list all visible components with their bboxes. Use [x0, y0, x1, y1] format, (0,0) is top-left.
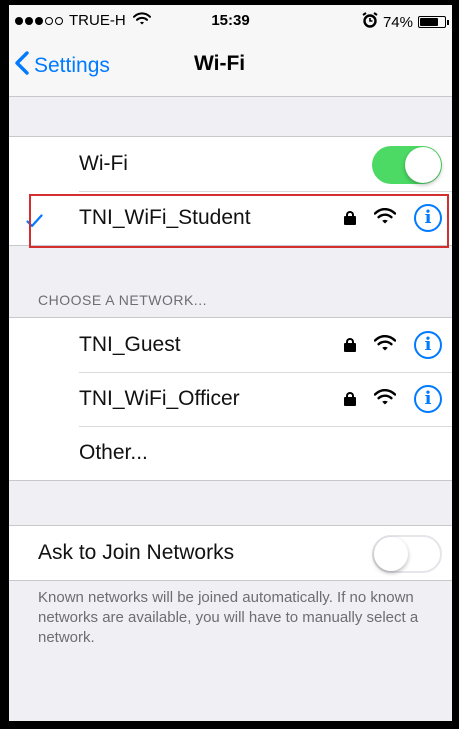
ask-to-join-toggle[interactable]	[372, 535, 442, 573]
status-bar: TRUE-H 15:39 74%	[9, 5, 452, 35]
other-network-row[interactable]: Other...	[9, 426, 452, 480]
lock-icon	[344, 338, 356, 352]
network-row[interactable]: TNI_WiFi_Officer i	[9, 372, 452, 426]
wifi-icon	[373, 387, 397, 411]
wifi-icon	[373, 206, 397, 230]
network-row[interactable]: TNI_Guest i	[9, 318, 452, 372]
back-button[interactable]: Settings	[15, 51, 110, 81]
network-icons: i	[344, 331, 442, 359]
checkmark-icon	[26, 210, 43, 234]
iphone-screen: TRUE-H 15:39 74% Settings Wi-Fi Wi-Fi TN…	[9, 5, 452, 721]
wifi-toggle-row: Wi-Fi	[9, 137, 452, 191]
networks-group: TNI_Guest i TNI_WiFi_Officer i Other...	[9, 317, 452, 481]
navigation-bar: Settings Wi-Fi	[9, 35, 452, 97]
info-icon[interactable]: i	[414, 204, 442, 232]
info-icon[interactable]: i	[414, 331, 442, 359]
network-icons: i	[344, 385, 442, 413]
alarm-icon	[362, 12, 378, 32]
back-label: Settings	[34, 54, 110, 77]
toggle-knob	[374, 537, 408, 571]
toggle-knob	[405, 147, 441, 183]
ask-to-join-row: Ask to Join Networks	[9, 526, 452, 580]
connected-network-row[interactable]: TNI_WiFi_Student i	[9, 191, 452, 245]
wifi-toggle[interactable]	[372, 146, 442, 184]
network-icons: i	[344, 204, 442, 232]
battery-fill	[420, 18, 438, 26]
battery-icon	[418, 16, 449, 28]
status-right: 74%	[362, 12, 449, 32]
top-bar: TRUE-H 15:39 74% Settings Wi-Fi	[9, 5, 452, 97]
battery-percent: 74%	[382, 13, 413, 31]
wifi-icon	[373, 333, 397, 357]
ask-to-join-footer: Known networks will be joined automatica…	[38, 589, 419, 646]
info-icon[interactable]: i	[414, 385, 442, 413]
section-header: CHOOSE A NETWORK...	[38, 292, 207, 308]
ask-to-join-group: Ask to Join Networks	[9, 525, 452, 581]
chevron-left-icon	[15, 51, 34, 81]
wifi-group: Wi-Fi TNI_WiFi_Student i	[9, 136, 452, 246]
page-title: Wi-Fi	[194, 52, 246, 75]
other-network-label: Other...	[79, 441, 148, 464]
lock-icon	[344, 211, 356, 225]
lock-icon	[344, 392, 356, 406]
